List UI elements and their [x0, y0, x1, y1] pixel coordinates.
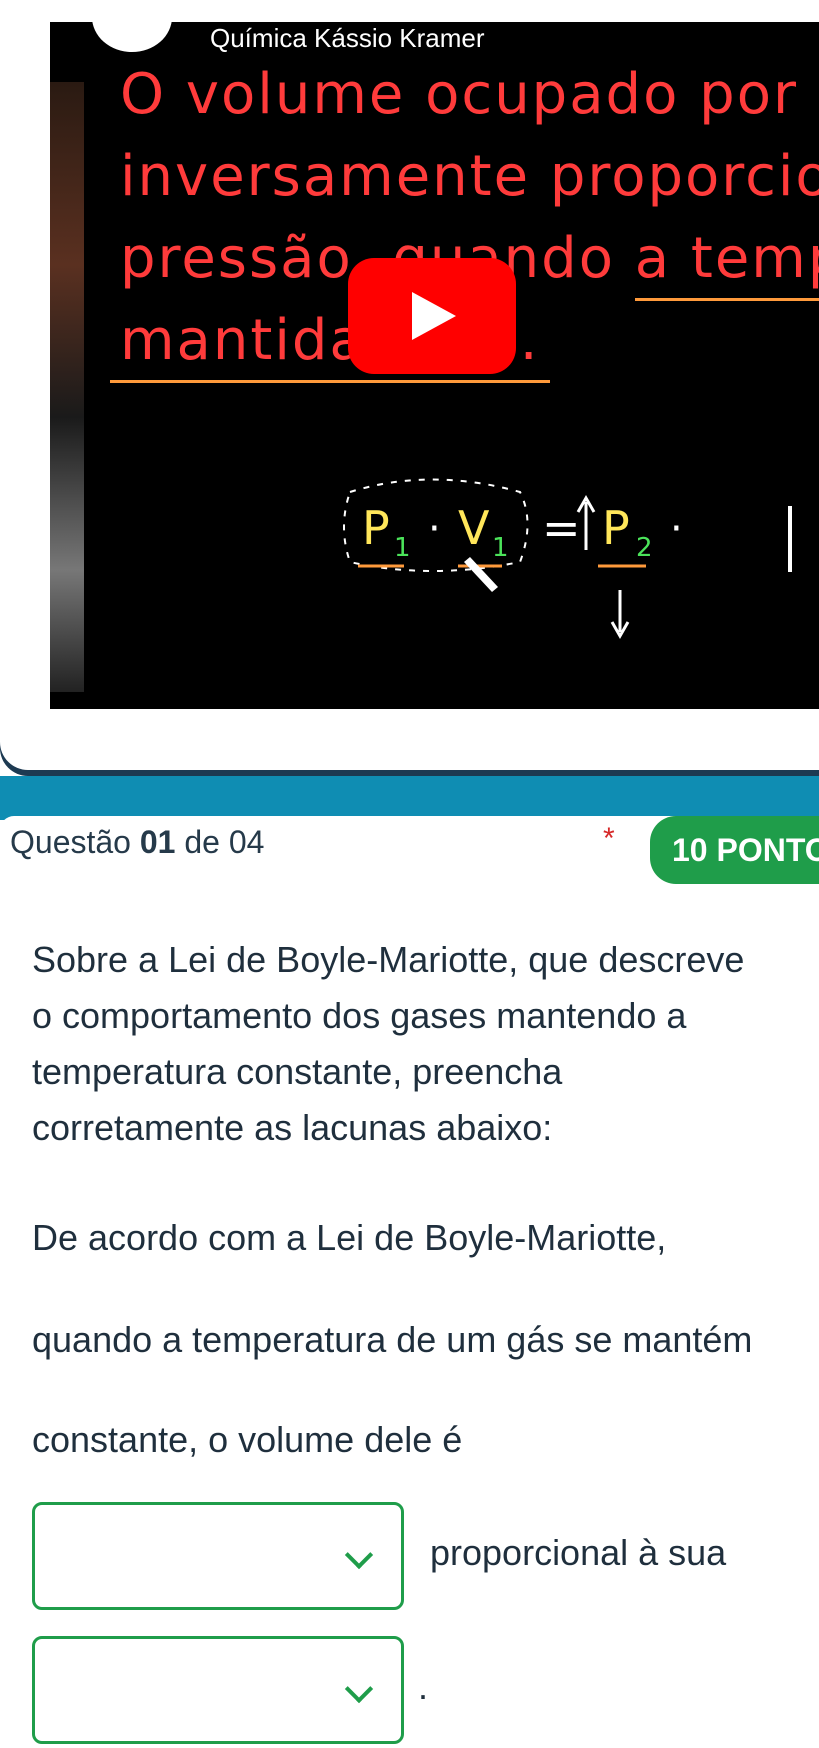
formula-sub-2: 2 [636, 533, 653, 563]
formula-p2: P [602, 501, 630, 555]
question-panel: Questão 01 de 04 * 10 PONTOS Sobre a Lei… [0, 816, 819, 1748]
play-button[interactable] [348, 258, 516, 374]
formula-dot-1: · [428, 506, 441, 552]
statement-line-2: quando a temperatura de um gás se mantém [32, 1319, 753, 1360]
question-counter: Questão 01 de 04 [10, 824, 264, 861]
points-badge: 10 PONTOS [650, 816, 819, 884]
after-dropdown-1-text: proporcional à sua [430, 1532, 727, 1573]
video-card: Química Kássio Kramer O volume ocupado p… [0, 0, 819, 770]
channel-name[interactable]: Química Kássio Kramer [210, 22, 485, 54]
presenter-thumbnail [50, 82, 84, 692]
play-icon [412, 292, 456, 340]
channel-avatar[interactable] [92, 22, 172, 52]
formula-sub-1a: 1 [394, 533, 411, 563]
statement-line-1: De acordo com a Lei de Boyle-Mariotte, [32, 1217, 667, 1258]
chevron-down-icon [344, 1674, 374, 1704]
blank-dropdown-1[interactable] [32, 1502, 404, 1610]
question-label-prefix: Questão [10, 824, 131, 860]
blank-dropdown-2[interactable] [32, 1636, 404, 1744]
board-text-line-1: O volume ocupado por [120, 62, 798, 127]
board-underline-2 [110, 380, 550, 383]
formula-v1: V [458, 501, 490, 555]
arrow-down-icon [610, 590, 630, 640]
prompt-line-1: Sobre a Lei de Boyle-Mariotte, que descr… [32, 939, 745, 980]
after-dropdown-2-text: . [418, 1666, 429, 1707]
prompt-line-2: o comportamento dos gases mantendo a [32, 995, 687, 1036]
formula-sub-1b: 1 [492, 533, 509, 563]
formula-p1: P [362, 501, 390, 555]
formula-equals: = [542, 501, 581, 555]
question-number: 01 [139, 824, 176, 860]
chevron-down-icon [344, 1540, 374, 1570]
formula-dot-2: · [670, 506, 683, 552]
statement-line-3: constante, o volume dele é [32, 1419, 463, 1460]
prompt-line-4: corretamente as lacunas abaixo: [32, 1107, 553, 1148]
prompt-line-3: temperatura constante, preencha [32, 1051, 563, 1092]
question-label-suffix: de 04 [184, 824, 265, 860]
required-marker: * [603, 822, 615, 855]
boyle-formula-drawing: P 1 · V 1 = P 2 · [343, 478, 792, 640]
section-divider-band [0, 776, 819, 820]
board-underline-1 [635, 298, 819, 301]
board-text-line-2: inversamente proporcio [120, 144, 819, 209]
video-player[interactable]: Química Kássio Kramer O volume ocupado p… [50, 22, 819, 709]
